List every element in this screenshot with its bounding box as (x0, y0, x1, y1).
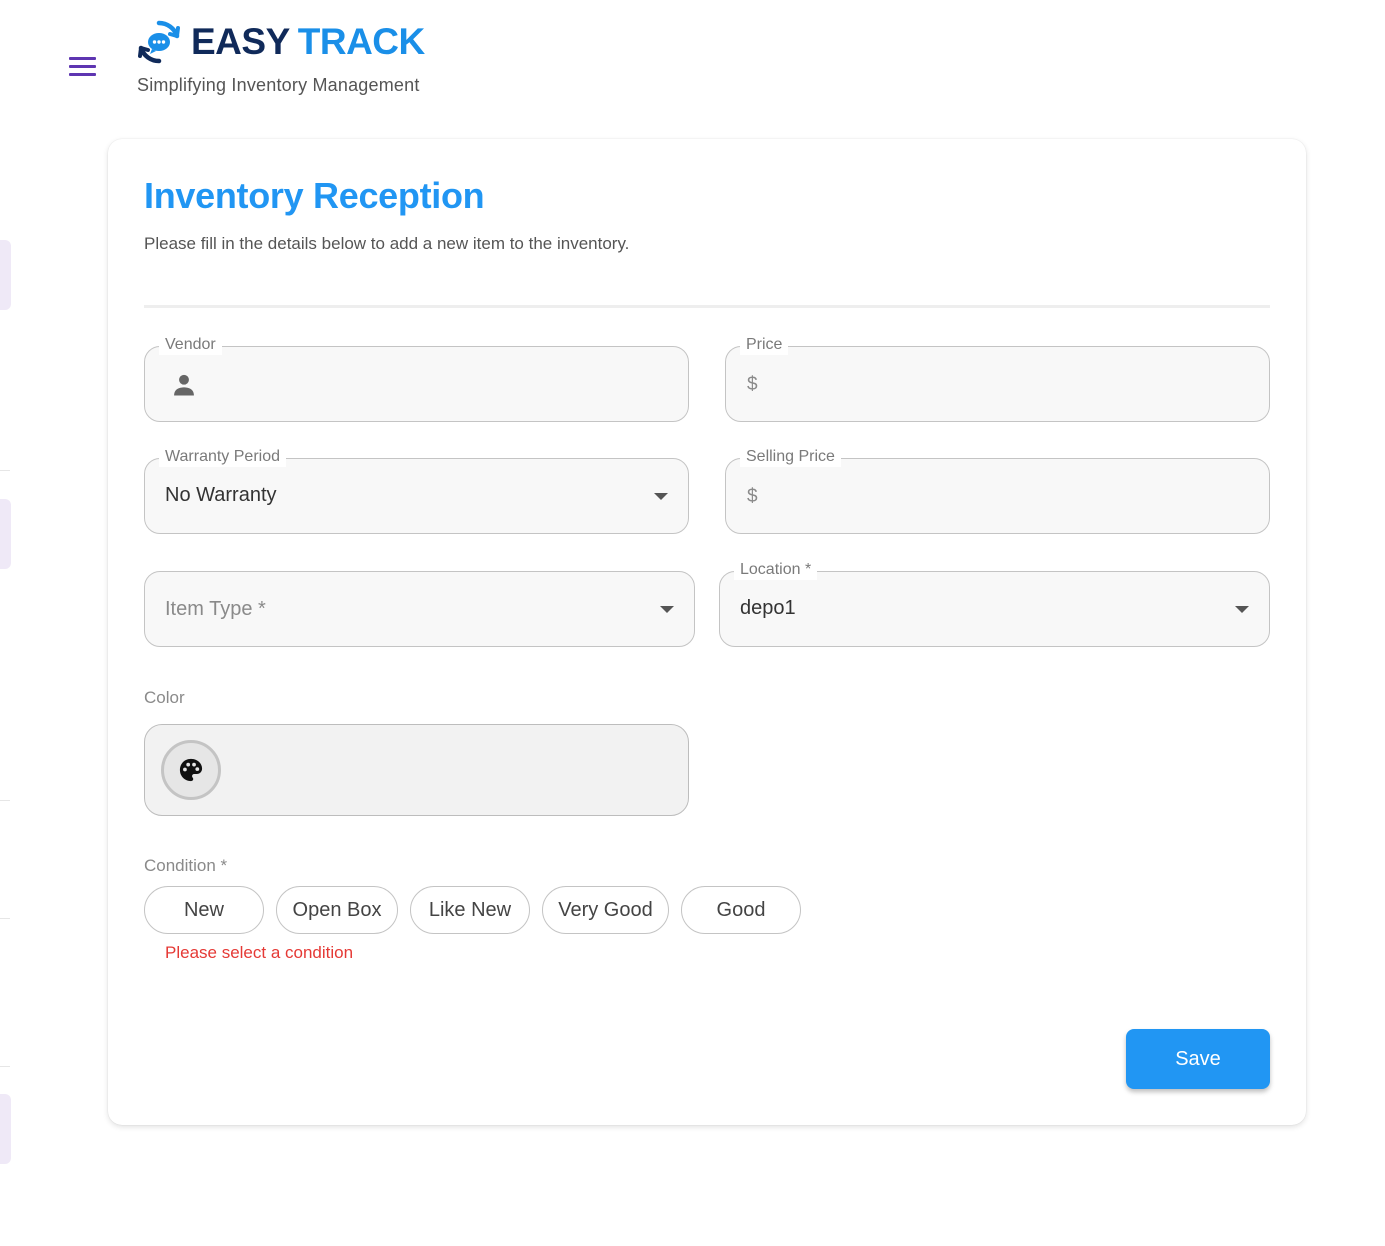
condition-chip-new[interactable]: New (144, 886, 264, 934)
person-icon (174, 374, 194, 396)
selling-price-field[interactable]: Selling Price $ (725, 447, 1270, 534)
price-currency-prefix: $ (747, 374, 758, 395)
page-title: Inventory Reception (144, 175, 485, 216)
condition-error-message: Please select a condition (165, 943, 354, 962)
color-picker-button[interactable] (161, 740, 221, 800)
color-picker-field (144, 724, 689, 816)
warranty-value: No Warranty (165, 484, 277, 506)
sidebar-divider (0, 800, 10, 801)
condition-chip-very-good[interactable]: Very Good (542, 886, 669, 934)
brand-name-track: TRACK (297, 21, 425, 62)
sidebar-tab[interactable] (0, 240, 11, 310)
item-type-select[interactable]: Item Type * (144, 571, 695, 647)
brand-name-easy: EASY (191, 21, 290, 62)
chevron-down-icon (660, 606, 674, 613)
brand-header: EASY TRACK Simplifying Inventory Managem… (137, 18, 425, 96)
sidebar-divider (0, 1066, 10, 1067)
sidebar-edge (0, 0, 12, 1246)
save-button[interactable]: Save (1126, 1029, 1270, 1089)
chevron-down-icon (1235, 606, 1249, 613)
condition-chip-good[interactable]: Good (681, 886, 801, 934)
location-value: depo1 (740, 597, 796, 619)
selling-price-label: Selling Price (740, 447, 841, 467)
location-select[interactable]: Location * depo1 (719, 560, 1270, 647)
color-label: Color (144, 688, 185, 707)
condition-chip-like-new[interactable]: Like New (410, 886, 530, 934)
warranty-label: Warranty Period (159, 447, 286, 467)
sidebar-divider (0, 918, 10, 919)
condition-label: Condition * (144, 856, 228, 875)
price-label: Price (740, 335, 789, 355)
brand-tagline: Simplifying Inventory Management (137, 75, 420, 95)
sidebar-divider (0, 470, 10, 471)
sidebar-tab[interactable] (0, 499, 11, 569)
price-field[interactable]: Price $ (725, 335, 1270, 422)
item-type-placeholder: Item Type * (165, 598, 266, 620)
condition-chip-open-box[interactable]: Open Box (276, 886, 398, 934)
brand-logo-icon (138, 20, 180, 64)
warranty-period-select[interactable]: Warranty Period No Warranty (144, 447, 689, 534)
vendor-label: Vendor (159, 335, 222, 355)
page-subtitle: Please fill in the details below to add … (144, 234, 630, 253)
sidebar-tab[interactable] (0, 1094, 11, 1164)
palette-icon (179, 758, 203, 782)
inventory-form-card: Inventory Reception Please fill in the d… (108, 139, 1306, 1125)
divider (144, 305, 1270, 308)
location-label: Location * (734, 560, 818, 580)
chevron-down-icon (654, 493, 668, 500)
vendor-field[interactable]: Vendor (144, 335, 689, 422)
selling-price-currency-prefix: $ (747, 486, 758, 507)
hamburger-menu-icon[interactable] (64, 52, 102, 82)
